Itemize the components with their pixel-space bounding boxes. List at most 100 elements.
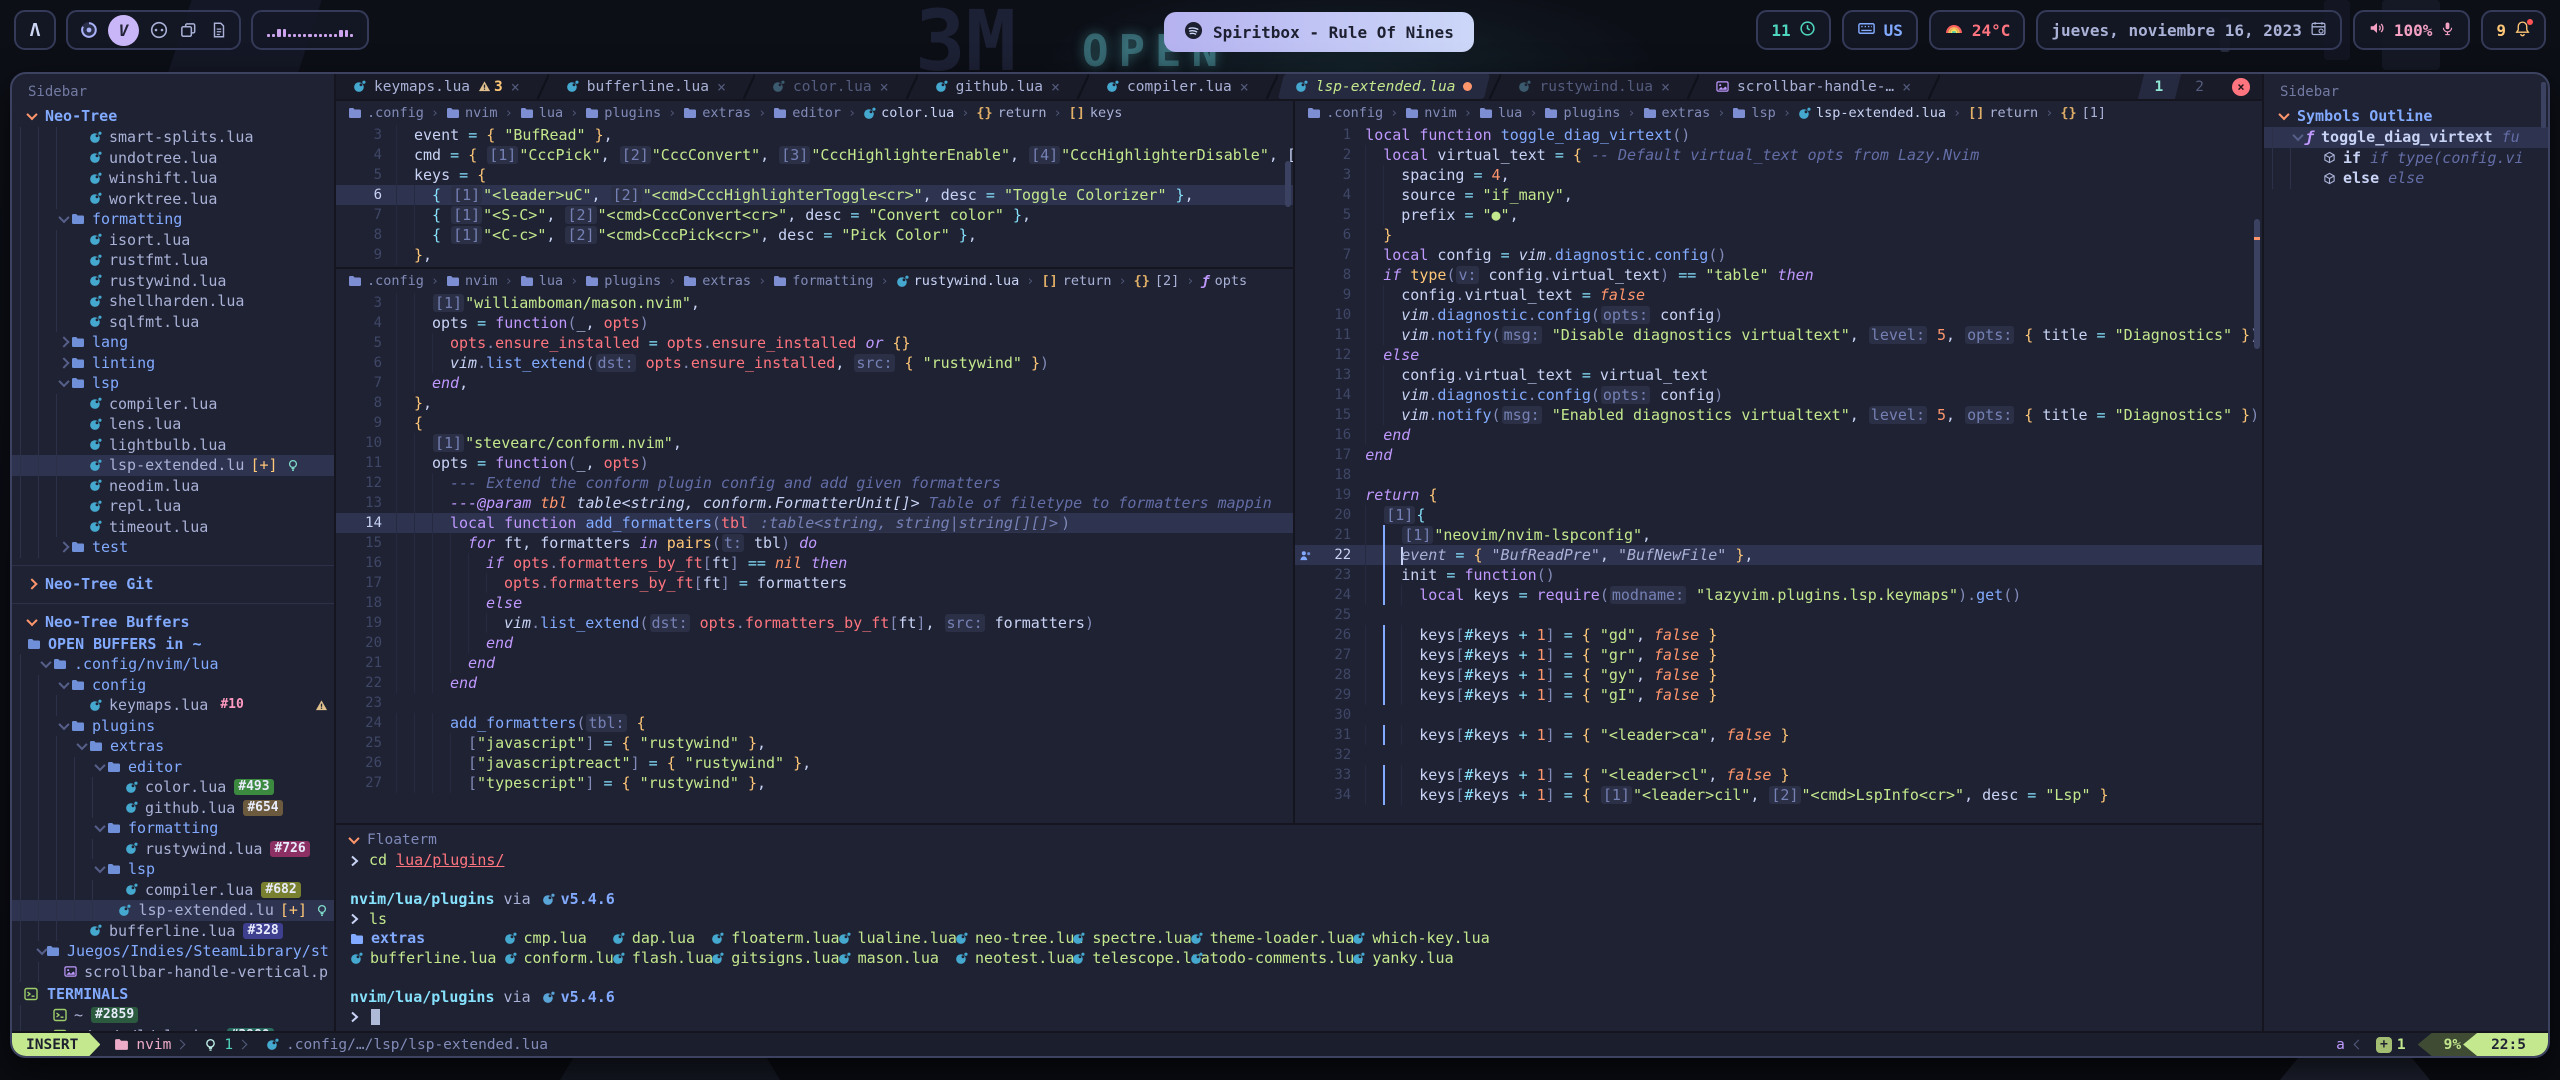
breadcrumb-segment[interactable]: {}[2] (1134, 273, 1180, 289)
keyboard-layout-widget[interactable]: US (1842, 10, 1918, 50)
now-playing-widget[interactable]: Spiritbox - Rule Of Nines (1164, 12, 1474, 52)
tree-item[interactable]: Juegos/Indies/SteamLibrary/st (12, 941, 334, 962)
tree-item[interactable]: plugins (12, 716, 334, 737)
tab-compiler-lua[interactable]: compiler.lua× (1089, 74, 1266, 99)
file-path-item[interactable]: .config/…/lsp/lsp-extended.lua (266, 1037, 548, 1053)
breadcrumb-segment[interactable]: editor (773, 105, 841, 121)
tab-page-1[interactable]: 1 (2139, 74, 2180, 99)
tree-item[interactable]: .config/nvim/lua (12, 654, 334, 675)
tree-item[interactable]: github.lua#654 (12, 798, 334, 819)
breadcrumb-segment[interactable]: []return (1041, 273, 1111, 289)
code-line[interactable]: 6{ [1]"<leader>uC", [2]"<cmd>CccHighligh… (336, 185, 1293, 205)
breadcrumb-segment[interactable]: nvim (446, 105, 498, 121)
tab-close-icon[interactable]: × (1240, 78, 1249, 96)
editor-pane-color-lua[interactable]: .config›nvim›lua›plugins›extras›editor›c… (336, 101, 1293, 267)
code-line[interactable]: 20[1]{ (1295, 505, 2262, 525)
tree-item[interactable]: bufferline.lua#328 (12, 921, 334, 942)
tree-item[interactable]: lsp-extended.lu[+] (12, 900, 334, 921)
symbol-item[interactable]: ƒtoggle_diag_virtextfu (2264, 127, 2548, 148)
code-line[interactable]: 4cmd = { [1]"CccPick", [2]"CccConvert", … (336, 145, 1293, 165)
gamepad-icon[interactable] (148, 20, 169, 41)
browser-icon[interactable] (78, 20, 99, 41)
breadcrumb-segment[interactable]: []return (1968, 105, 2038, 121)
code-line[interactable]: 14local function add_formatters(tbl :tab… (336, 513, 1293, 533)
code-line[interactable]: 13---@param tbl table<string, conform.Fo… (336, 493, 1293, 513)
code-line[interactable]: 30 (1295, 705, 2262, 725)
code-line[interactable]: 16end (1295, 425, 2262, 445)
notifications-widget[interactable]: 9 (2481, 10, 2546, 50)
tab-close-icon[interactable]: × (1661, 78, 1670, 96)
code-line[interactable]: 5prefix = "●", (1295, 205, 2262, 225)
tree-item[interactable]: OPEN BUFFERS in ~ (12, 634, 334, 655)
code-line[interactable]: 12--- Extend the conform plugin config a… (336, 473, 1293, 493)
code-line[interactable]: 4source = "if_many", (1295, 185, 2262, 205)
code-line[interactable]: 15for ft, formatters in pairs(t: tbl) do (336, 533, 1293, 553)
symbol-item[interactable]: elseelse (2264, 168, 2548, 189)
breadcrumb-segment[interactable]: .config (348, 273, 424, 289)
breadcrumb-segment[interactable]: nvim (1405, 105, 1457, 121)
tree-item[interactable]: lang (12, 332, 334, 353)
code-line[interactable]: 11opts = function(_, opts) (336, 453, 1293, 473)
cursor-position[interactable]: 22:5 (2463, 1033, 2548, 1056)
breadcrumb-segment[interactable]: {}return (976, 105, 1046, 121)
code-line[interactable]: 13config.virtual_text = virtual_text (1295, 365, 2262, 385)
tab-close-icon[interactable]: × (717, 78, 726, 96)
code-line[interactable]: 12else (1295, 345, 2262, 365)
code-line[interactable]: 3spacing = 4, (1295, 165, 2262, 185)
tree-item[interactable]: rustfmt.lua (12, 250, 334, 271)
breadcrumb-segment[interactable]: formatting (773, 273, 873, 289)
code-line[interactable]: 5opts.ensure_installed = opts.ensure_ins… (336, 333, 1293, 353)
section-symbols-outline[interactable]: Symbols Outline (2264, 104, 2548, 127)
tree-item[interactable]: formatting (12, 818, 334, 839)
breadcrumb-segment[interactable]: []keys (1069, 105, 1123, 121)
scrollbar-handle[interactable] (2541, 82, 2546, 128)
code-line[interactable]: 2local virtual_text = { -- Default virtu… (1295, 145, 2262, 165)
tree-item[interactable]: config (12, 675, 334, 696)
code-line[interactable]: 25 (1295, 605, 2262, 625)
cwd-item[interactable]: nvim (114, 1037, 171, 1053)
scrollbar-handle[interactable] (1285, 161, 1291, 207)
tab-lsp-extended-lua[interactable]: lsp-extended.lua (1278, 74, 1490, 99)
breadcrumb-segment[interactable]: extras (683, 105, 751, 121)
tree-item[interactable]: rustywind.lua (12, 271, 334, 292)
tree-item[interactable]: editor (12, 757, 334, 778)
tab-color-lua[interactable]: color.lua× (755, 74, 906, 99)
breadcrumb-segment[interactable]: lua (1479, 105, 1522, 121)
tree-item[interactable]: worktree.lua (12, 189, 334, 210)
code-line[interactable]: 5keys = { (336, 165, 1293, 185)
tab-close-icon[interactable]: × (880, 78, 889, 96)
breadcrumb-segment[interactable]: {}[1] (2060, 105, 2106, 121)
code-line[interactable]: 21[1]"neovim/nvim-lspconfig", (1295, 525, 2262, 545)
breadcrumb-segment[interactable]: .config (348, 105, 424, 121)
code-line[interactable]: 28keys[#keys + 1] = { "gy", false } (1295, 665, 2262, 685)
tree-item[interactable]: winshift.lua (12, 168, 334, 189)
tab-scrollbar-handle-[interactable]: scrollbar-handle-…× (1699, 74, 1928, 99)
code-line[interactable]: 18else (336, 593, 1293, 613)
active-app-icon[interactable]: V (108, 15, 139, 46)
date-widget[interactable]: jueves, noviembre 16, 2023 (2036, 10, 2341, 50)
breadcrumb-segment[interactable]: lsp (1732, 105, 1775, 121)
code-line[interactable]: 22end (336, 673, 1293, 693)
windows-icon[interactable] (178, 20, 199, 41)
tree-item[interactable]: rustywind.lua#726 (12, 839, 334, 860)
code-line[interactable]: 14vim.diagnostic.config(opts: config) (1295, 385, 2262, 405)
code-line[interactable]: 3event = { "BufRead" }, (336, 125, 1293, 145)
code-line[interactable]: 9config.virtual_text = false (1295, 285, 2262, 305)
code-line[interactable]: 8}, (336, 393, 1293, 413)
tree-item[interactable]: compiler.lua#682 (12, 880, 334, 901)
tree-item[interactable]: scrollbar-handle-vertical.p (12, 962, 334, 983)
tab-keymaps-lua[interactable]: keymaps.lua3× (336, 74, 537, 99)
code-line[interactable]: 25["javascript"] = { "rustywind" }, (336, 733, 1293, 753)
code-line[interactable]: 11vim.notify(msg: "Disable diagnostics v… (1295, 325, 2262, 345)
section-neo-tree-git[interactable]: Neo-Tree Git (12, 573, 334, 596)
tree-item[interactable]: linting (12, 353, 334, 374)
code-line[interactable]: 18 (1295, 465, 2262, 485)
tree-item[interactable]: lsp (12, 859, 334, 880)
tree-item[interactable]: extras (12, 736, 334, 757)
tree-item[interactable]: ~#2859 (12, 1005, 334, 1026)
tree-item[interactable]: sqlfmt.lua (12, 312, 334, 333)
tree-item[interactable]: color.lua#493 (12, 777, 334, 798)
editor-pane-lsp-extended-lua[interactable]: .config›nvim›lua›plugins›extras›lsp›lsp-… (1295, 101, 2262, 823)
tree-item[interactable]: neodim.lua (12, 476, 334, 497)
app-launcher-button[interactable]: Λ (14, 10, 56, 50)
